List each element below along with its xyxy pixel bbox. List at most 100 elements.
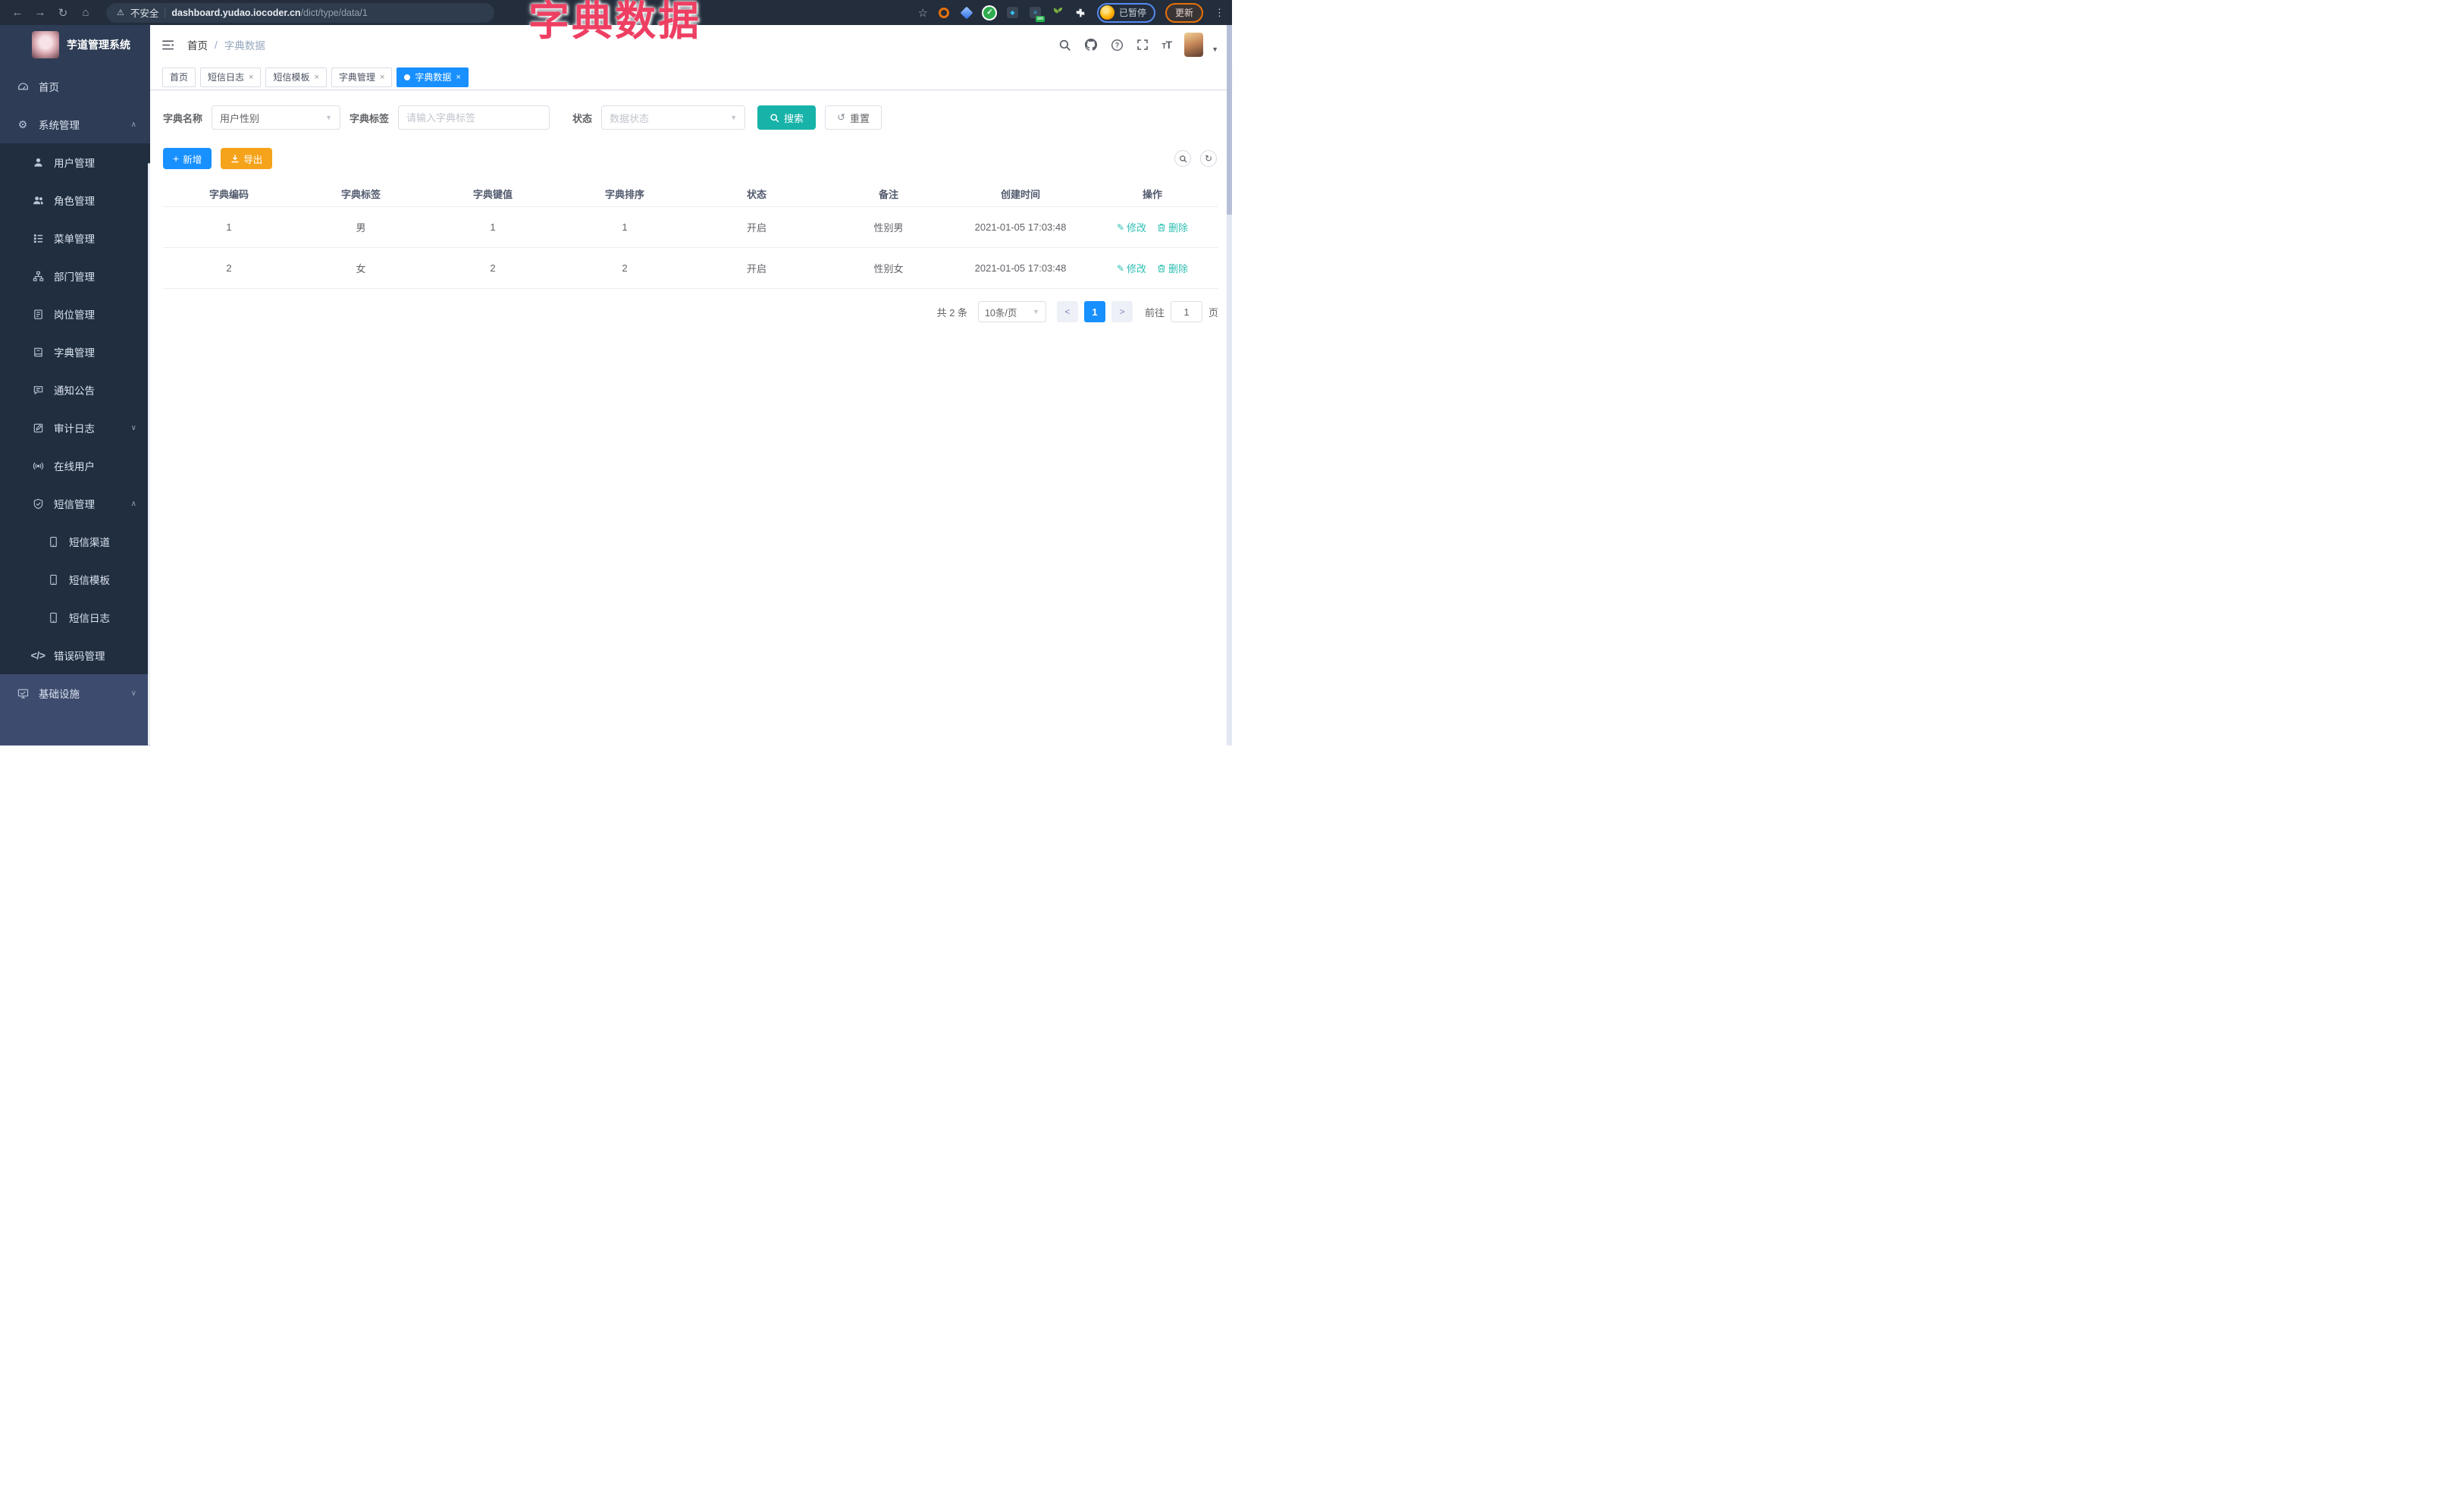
- status-select[interactable]: 数据状态 ▼: [601, 105, 746, 130]
- sidebar-item-notice[interactable]: 通知公告: [0, 371, 150, 409]
- edit-link[interactable]: ✎ 修改: [1117, 220, 1146, 234]
- extension-icon-diamond[interactable]: ◆: [1006, 6, 1019, 19]
- address-bar[interactable]: ⚠ 不安全 dashboard.yudao.iocoder.cn/dict/ty…: [106, 2, 494, 23]
- sidebar-item-infra[interactable]: 基础设施 ∨: [0, 674, 150, 712]
- sidebar-item-label: 菜单管理: [54, 234, 95, 245]
- home-icon[interactable]: ⌂: [76, 3, 96, 23]
- sidebar-item-label: 部门管理: [54, 272, 95, 283]
- bookmark-star-icon[interactable]: ☆: [918, 6, 928, 20]
- sidebar-item-label: 审计日志: [54, 423, 95, 435]
- scrollbar-thumb[interactable]: [1227, 25, 1232, 215]
- sidebar-item-label: 短信日志: [69, 613, 110, 624]
- sidebar-item-label: 短信渠道: [69, 537, 110, 548]
- reload-icon[interactable]: ↻: [53, 3, 73, 23]
- toggle-search-button[interactable]: [1174, 150, 1191, 167]
- extension-icon-check[interactable]: ✓: [983, 6, 996, 19]
- sidebar-item-dict[interactable]: 字典管理: [0, 333, 150, 371]
- chevron-down-icon: ∨: [130, 689, 136, 698]
- page-title-overlay: 字典数据: [528, 0, 701, 44]
- page-size-select[interactable]: 10条/页 ▼: [977, 301, 1046, 322]
- url-text: dashboard.yudao.iocoder.cn/dict/type/dat…: [171, 8, 367, 18]
- sidebar-item-sms-template[interactable]: 短信模板: [0, 560, 150, 598]
- prev-page-button[interactable]: <: [1056, 301, 1078, 322]
- green-check-icon: ✓: [983, 6, 996, 19]
- page-content: 字典名称 用户性别 ▼ 字典标签 状态 数据状态 ▼: [150, 90, 1232, 746]
- avatar-caret-icon[interactable]: ▼: [1212, 46, 1218, 53]
- avatar[interactable]: [1184, 33, 1204, 57]
- cell-sort: 1: [622, 221, 628, 233]
- sidebar-item-audit-log[interactable]: 审计日志 ∨: [0, 409, 150, 447]
- col-header-remark: 备注: [878, 189, 898, 200]
- online-users-icon: [32, 460, 44, 472]
- search-icon: [1179, 155, 1187, 162]
- col-header-status: 状态: [746, 189, 766, 200]
- sidebar-item-system[interactable]: ⚙ 系统管理 ∧: [0, 105, 150, 143]
- extension-icon-orange[interactable]: [938, 6, 951, 19]
- gear-icon: ⚙: [17, 118, 28, 130]
- sidebar-item-sms[interactable]: 短信管理 ∧: [0, 485, 150, 523]
- next-page-button[interactable]: >: [1111, 301, 1133, 322]
- close-icon[interactable]: ×: [249, 73, 253, 82]
- delete-link[interactable]: 删除: [1157, 261, 1188, 275]
- audit-log-icon: [32, 422, 44, 434]
- tab-label: 字典管理: [338, 72, 375, 83]
- dict-name-select[interactable]: 用户性别 ▼: [212, 105, 341, 130]
- sidebar-fold-icon[interactable]: [162, 39, 175, 51]
- browser-profile-chip[interactable]: 已暂停: [1096, 2, 1155, 23]
- delete-link[interactable]: 删除: [1157, 220, 1188, 234]
- tab-dict-data[interactable]: 字典数据 ×: [397, 67, 469, 87]
- sidebar-item-sms-channel[interactable]: 短信渠道: [0, 523, 150, 560]
- export-button[interactable]: 导出: [221, 148, 273, 169]
- search-button[interactable]: 搜索: [757, 105, 817, 130]
- dict-tag-input[interactable]: [406, 111, 542, 124]
- extension-icon-gem[interactable]: [960, 6, 973, 19]
- extension-icon-on[interactable]: ≡ on: [1029, 6, 1045, 22]
- sidebar-item-depts[interactable]: 部门管理: [0, 257, 150, 295]
- refresh-table-button[interactable]: ↻: [1200, 150, 1217, 167]
- browser-menu-icon[interactable]: ⋮: [1215, 7, 1224, 19]
- tab-dict-manage[interactable]: 字典管理 ×: [331, 67, 393, 87]
- tab-sms-log[interactable]: 短信日志 ×: [200, 67, 262, 87]
- dict-tag-field: [398, 105, 550, 130]
- forward-icon[interactable]: →: [30, 3, 50, 23]
- blue-gem-icon: [960, 6, 973, 19]
- add-button[interactable]: + 新增: [163, 148, 212, 169]
- browser-update-button[interactable]: 更新: [1165, 2, 1203, 23]
- tab-home[interactable]: 首页: [162, 67, 196, 87]
- search-icon[interactable]: [1058, 39, 1071, 52]
- sidebar-item-online-users[interactable]: 在线用户: [0, 447, 150, 485]
- sidebar-item-error-code[interactable]: </> 错误码管理: [0, 636, 150, 674]
- page-scrollbar[interactable]: [1227, 25, 1232, 746]
- extensions-puzzle-icon[interactable]: [1074, 6, 1087, 19]
- close-icon[interactable]: ×: [380, 73, 384, 82]
- sidebar-item-posts[interactable]: 岗位管理: [0, 295, 150, 333]
- org-tree-icon: [32, 271, 44, 282]
- fullscreen-icon[interactable]: [1136, 39, 1149, 51]
- sidebar-item-users[interactable]: 用户管理: [0, 143, 150, 181]
- close-icon[interactable]: ×: [314, 73, 318, 82]
- breadcrumb-home[interactable]: 首页: [187, 37, 208, 52]
- reset-button-label: 重置: [849, 112, 870, 124]
- profile-avatar-icon: [1099, 5, 1114, 20]
- page-number-active[interactable]: 1: [1083, 301, 1105, 322]
- close-icon[interactable]: ×: [456, 73, 460, 82]
- tab-sms-template[interactable]: 短信模板 ×: [265, 67, 327, 87]
- edit-link[interactable]: ✎ 修改: [1117, 261, 1146, 275]
- col-header-value: 字典键值: [472, 189, 513, 200]
- tab-label: 字典数据: [415, 72, 452, 83]
- goto-page-input[interactable]: [1170, 301, 1202, 322]
- sidebar-bottom-section: 基础设施 ∨: [0, 674, 150, 746]
- sidebar-item-roles[interactable]: 角色管理: [0, 181, 150, 219]
- sidebar-item-label: 在线用户: [54, 461, 95, 472]
- extension-icon-sprout[interactable]: [1052, 6, 1064, 19]
- sidebar-item-menus[interactable]: 菜单管理: [0, 219, 150, 257]
- app-title: 芋道管理系统: [67, 39, 130, 51]
- plus-icon: +: [173, 152, 180, 165]
- reset-button[interactable]: ↺ 重置: [825, 105, 882, 130]
- github-icon[interactable]: [1084, 38, 1098, 52]
- back-icon[interactable]: ←: [8, 3, 27, 23]
- sidebar-item-sms-log[interactable]: 短信日志: [0, 598, 150, 636]
- font-size-icon[interactable]: TT: [1161, 39, 1172, 51]
- sidebar-item-home[interactable]: 首页: [0, 67, 150, 105]
- help-icon[interactable]: ?: [1111, 39, 1124, 52]
